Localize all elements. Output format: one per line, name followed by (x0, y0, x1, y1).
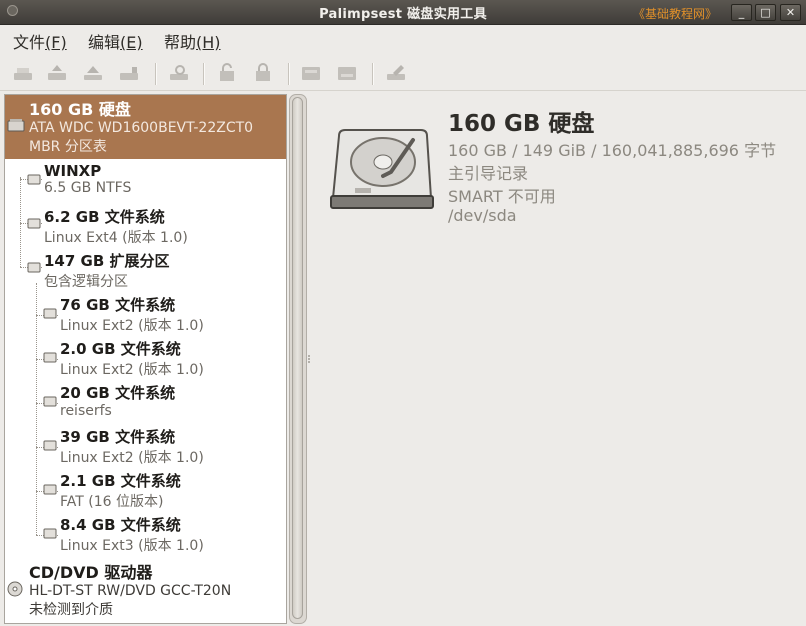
partition-icon (43, 396, 57, 407)
detach-icon[interactable] (118, 63, 140, 83)
tree-item-hard-disk[interactable]: 160 GB 硬盘 ATA WDC WD1600BEVT-22ZCT0 MBR … (29, 96, 253, 156)
tree-item-logical-partition[interactable]: 20 GB 文件系统 reiserfs (60, 382, 175, 419)
tree-item-title: 160 GB 硬盘 (29, 100, 131, 119)
details-size: 160 GB / 149 GiB / 160,041,885,696 字节 (448, 141, 777, 160)
menu-bar: 文件(F) 编辑(E) 帮助(H) (0, 25, 806, 55)
maximize-button[interactable]: □ (755, 4, 776, 21)
palimpsest-window: Palimpsest 磁盘实用工具 《基础教程网》 _ □ ✕ 文件(F) 编辑… (0, 0, 806, 626)
partition-icon (27, 174, 41, 185)
watermark-text: 《基础教程网》 (633, 7, 718, 21)
lock-icon[interactable] (252, 63, 274, 83)
tree-item-logical-partition[interactable]: 8.4 GB 文件系统 Linux Ext3 (版本 1.0) (60, 514, 204, 555)
details-partitioning: 主引导记录 (448, 164, 529, 183)
partition-icon (43, 352, 57, 363)
format-volume-icon[interactable] (336, 63, 358, 83)
tree-item-partition-table: MBR 分区表 (29, 139, 107, 155)
partition-icon (43, 308, 57, 319)
tree-item-extended-partition[interactable]: 147 GB 扩展分区 包含逻辑分区 (44, 250, 170, 291)
optical-disc-icon (7, 581, 23, 597)
close-button[interactable]: ✕ (780, 4, 801, 21)
format-drive-icon[interactable] (300, 63, 322, 83)
device-tree[interactable]: 160 GB 硬盘 ATA WDC WD1600BEVT-22ZCT0 MBR … (4, 94, 287, 624)
menu-file[interactable]: 文件(F) (13, 29, 67, 53)
details-smart-status: SMART 不可用 (448, 187, 556, 206)
partition-icon (43, 484, 57, 495)
tree-item-logical-partition[interactable]: 76 GB 文件系统 Linux Ext2 (版本 1.0) (60, 294, 204, 335)
tree-item-logical-partition[interactable]: 2.0 GB 文件系统 Linux Ext2 (版本 1.0) (60, 338, 204, 379)
menu-help[interactable]: 帮助(H) (164, 29, 221, 53)
unlock-icon[interactable] (216, 63, 238, 83)
tree-scrollbar[interactable] (289, 94, 307, 624)
title-bar: Palimpsest 磁盘实用工具 《基础教程网》 _ □ ✕ (0, 0, 806, 25)
partition-icon (27, 218, 41, 229)
menu-edit[interactable]: 编辑(E) (88, 29, 143, 53)
details-title: 160 GB 硬盘 (448, 111, 595, 137)
tree-item-partition-winxp[interactable]: WINXP 6.5 GB NTFS (44, 162, 131, 196)
mount-icon[interactable] (12, 63, 34, 83)
partition-icon (27, 262, 41, 273)
hard-disk-large-icon (330, 129, 434, 209)
eject-icon[interactable] (82, 63, 104, 83)
edit-partition-icon[interactable] (385, 63, 407, 83)
details-device: /dev/sda (448, 206, 517, 225)
partition-icon (43, 528, 57, 539)
tree-item-logical-partition[interactable]: 2.1 GB 文件系统 FAT (16 位版本) (60, 470, 181, 511)
details-panel: 160 GB 硬盘 160 GB / 149 GiB / 160,041,885… (313, 94, 802, 622)
tree-item-model: ATA WDC WD1600BEVT-22ZCT0 (29, 120, 254, 136)
hard-disk-icon (7, 119, 25, 132)
pane-resize-handle[interactable] (307, 354, 311, 364)
unmount-icon[interactable] (46, 63, 68, 83)
tree-item-logical-partition[interactable]: 39 GB 文件系统 Linux Ext2 (版本 1.0) (60, 426, 204, 467)
scrollbar-thumb[interactable] (292, 97, 303, 619)
tree-item-partition-ext4[interactable]: 6.2 GB 文件系统 Linux Ext4 (版本 1.0) (44, 206, 188, 247)
minimize-button[interactable]: _ (731, 4, 752, 21)
toolbar (0, 56, 806, 91)
partition-icon (43, 440, 57, 451)
tree-item-cdrom[interactable]: CD/DVD 驱动器 HL-DT-ST RW/DVD GCC-T20N 未检测到… (29, 559, 231, 619)
check-filesystem-icon[interactable] (168, 63, 190, 83)
